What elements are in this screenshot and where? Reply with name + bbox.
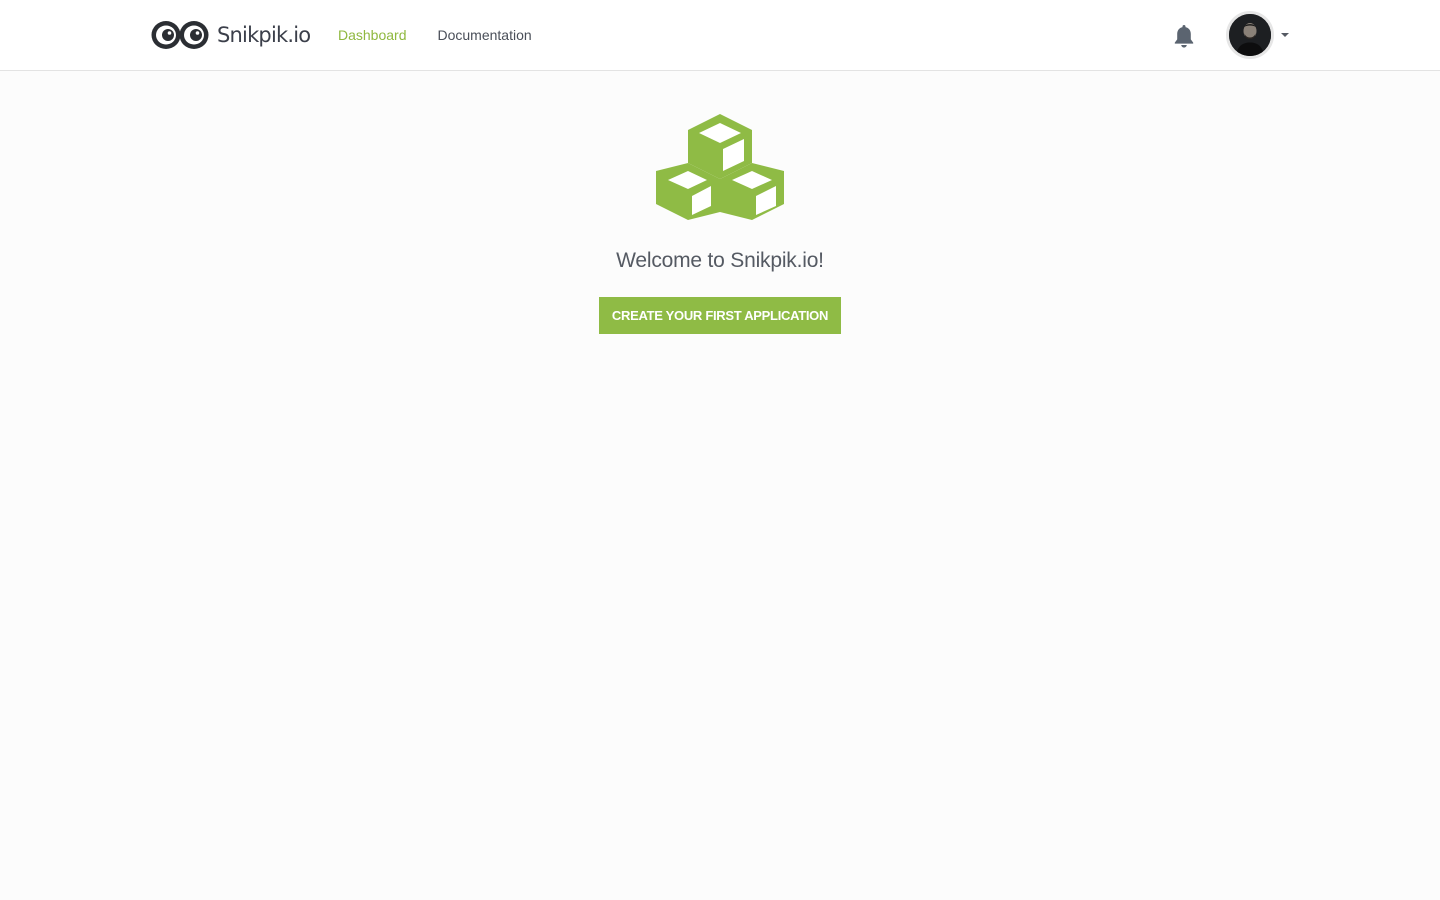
empty-state: Welcome to Snikpik.io! CREATE YOUR FIRST… — [0, 112, 1440, 334]
create-first-application-button[interactable]: CREATE YOUR FIRST APPLICATION — [599, 297, 841, 334]
notifications-button[interactable] — [1172, 23, 1196, 49]
cubes-icon — [656, 114, 784, 220]
top-navigation-bar: Snikpik.io Dashboard Documentation — [0, 0, 1440, 71]
main-navigation: Dashboard Documentation — [338, 24, 532, 46]
welcome-heading: Welcome to Snikpik.io! — [616, 249, 824, 272]
brand-name: Snikpik.io — [217, 23, 311, 47]
account-menu-toggle[interactable] — [1226, 11, 1289, 59]
eyes-logo-icon — [151, 21, 209, 49]
nav-item-dashboard[interactable]: Dashboard — [338, 24, 407, 46]
chevron-down-icon — [1281, 33, 1289, 37]
brand-logo-link[interactable]: Snikpik.io — [150, 18, 311, 52]
user-avatar — [1226, 11, 1274, 59]
nav-item-documentation[interactable]: Documentation — [438, 24, 532, 46]
bell-icon — [1174, 25, 1194, 48]
